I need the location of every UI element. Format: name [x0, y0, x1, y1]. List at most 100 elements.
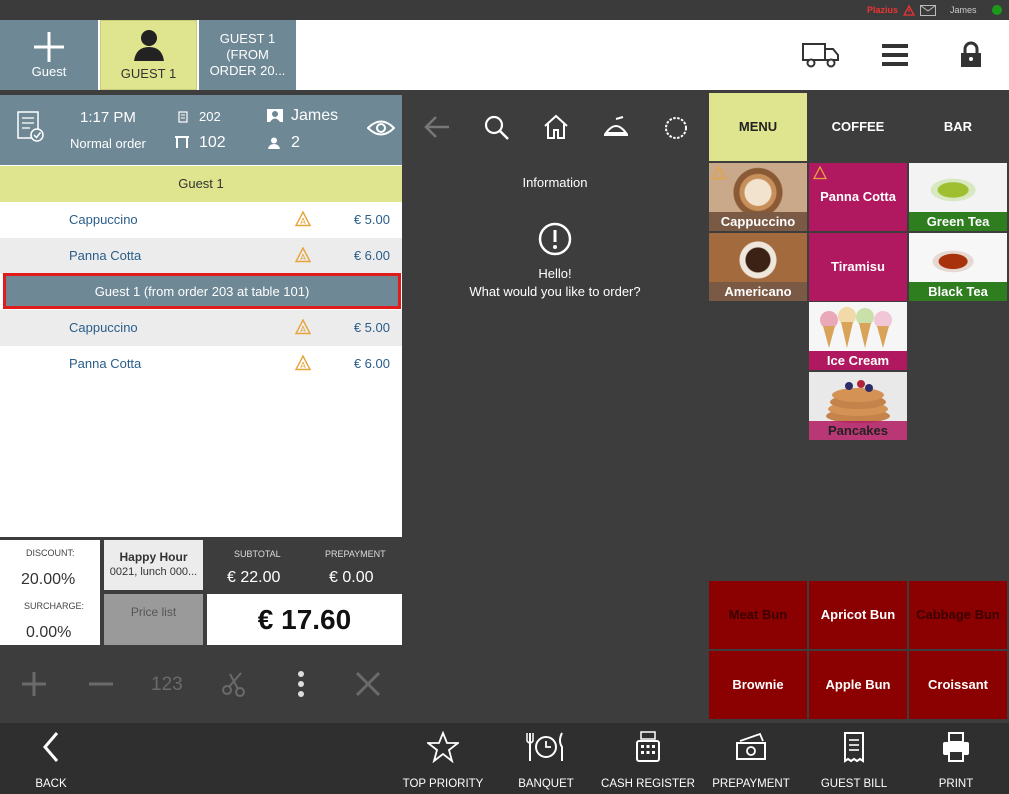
total-box: € 17.60: [207, 594, 402, 645]
menu-tile-black-tea[interactable]: Black Tea: [909, 233, 1007, 301]
table-number: 102: [199, 134, 226, 151]
mail-icon[interactable]: [920, 5, 937, 16]
cash-register-button[interactable]: CASH REGISTER: [598, 731, 698, 790]
guests-count: 2: [291, 134, 300, 151]
tile-label: Panna Cotta: [820, 189, 896, 204]
prepayment-value: € 0.00: [329, 569, 374, 586]
printer-icon: [943, 732, 969, 762]
order-item-price: € 5.00: [353, 320, 390, 335]
back-label: BACK: [35, 778, 67, 790]
dish-icon[interactable]: [603, 115, 629, 139]
quick-tile-apple-bun[interactable]: Apple Bun: [809, 651, 907, 719]
guest-bill-label: GUEST BILL: [820, 778, 888, 790]
home-icon[interactable]: [543, 114, 569, 140]
order-item-row[interactable]: Panna Cotta A € 6.00: [0, 346, 402, 382]
warning-icon: A: [295, 211, 311, 227]
waiter-icon: [267, 109, 283, 122]
delivery-truck-icon[interactable]: [802, 42, 840, 68]
happy-hour-button[interactable]: Happy Hour 0021, lunch 000...: [104, 540, 203, 590]
guest-bill-button[interactable]: GUEST BILL: [804, 731, 904, 790]
eye-icon[interactable]: [367, 119, 395, 137]
menu-tile-tiramisu[interactable]: Tiramisu: [809, 233, 907, 301]
quick-tile-brownie[interactable]: Brownie: [709, 651, 807, 719]
menu-tile-green-tea[interactable]: Green Tea: [909, 163, 1007, 231]
close-icon[interactable]: [355, 671, 381, 697]
bottom-bar: BACK TOP PRIORITY BANQUET CASH REGISTER …: [0, 723, 1009, 794]
ice-cream-image: [809, 302, 907, 351]
quantity-button[interactable]: 123: [151, 674, 183, 696]
menu-icon[interactable]: [882, 43, 908, 67]
menu-tile-ice-cream[interactable]: Ice Cream: [809, 302, 907, 370]
menu-tile-pancakes[interactable]: Pancakes: [809, 372, 907, 440]
order-number: 202: [199, 109, 221, 124]
circle-loading-icon[interactable]: [663, 115, 689, 141]
prepayment-button[interactable]: PREPAYMENT: [701, 731, 801, 790]
quick-tile-meat-bun[interactable]: Meat Bun: [709, 581, 807, 649]
green-tea-image: [909, 163, 1007, 212]
merged-guest-group-header[interactable]: Guest 1 (from order 203 at table 101): [3, 273, 401, 309]
back-arrow-icon[interactable]: [424, 115, 450, 139]
guest1-from-label: GUEST 1 (FROM ORDER 20...: [209, 31, 286, 78]
menu-tile-panna-cotta[interactable]: Panna Cotta: [809, 163, 907, 231]
print-button[interactable]: PRINT: [906, 731, 1006, 790]
order-item-row[interactable]: Cappuccino A € 5.00: [0, 202, 402, 238]
category-menu[interactable]: MENU: [709, 93, 807, 161]
plus-icon[interactable]: [21, 671, 47, 697]
category-coffee[interactable]: COFFEE: [809, 93, 907, 161]
subtotal-value: € 22.00: [227, 569, 281, 586]
order-list-icon[interactable]: [17, 111, 45, 143]
price-list-button[interactable]: Price list: [104, 594, 203, 645]
warning-icon: A: [295, 319, 311, 335]
status-indicator: [992, 5, 1002, 15]
system-bar: Plazius James: [0, 0, 1009, 20]
print-label: PRINT: [938, 778, 974, 790]
warning-icon: A: [295, 355, 311, 371]
plus-icon: [34, 32, 64, 62]
add-guest-tab[interactable]: Guest: [0, 20, 98, 90]
waiter-name: James: [291, 107, 339, 124]
scissors-icon[interactable]: [221, 671, 247, 697]
back-button[interactable]: BACK: [1, 731, 101, 790]
quick-tile-apricot-bun[interactable]: Apricot Bun: [809, 581, 907, 649]
order-type: Normal order: [70, 136, 146, 151]
discount-box[interactable]: DISCOUNT: 20.00% SURCHARGE: 0.00%: [0, 540, 100, 645]
warning-icon: [712, 166, 726, 180]
order-item-row[interactable]: Cappuccino A € 5.00: [0, 310, 402, 346]
chevron-left-icon: [43, 732, 59, 762]
banquet-label: BANQUET: [518, 778, 574, 790]
add-guest-label: Guest: [31, 64, 67, 79]
cash-register-icon: [636, 731, 660, 762]
info-hello: Hello!: [538, 266, 572, 281]
order-item-name: Cappuccino: [69, 320, 138, 335]
black-tea-image: [909, 233, 1007, 282]
top-priority-button[interactable]: TOP PRIORITY: [393, 730, 493, 790]
surcharge-label: SURCHARGE:: [24, 601, 85, 611]
menu-tile-americano[interactable]: Americano: [709, 233, 807, 301]
svg-text:A: A: [300, 253, 306, 262]
quick-tile-croissant[interactable]: Croissant: [909, 651, 1007, 719]
order-item-name: Panna Cotta: [69, 356, 142, 371]
order-item-price: € 5.00: [353, 212, 390, 227]
search-icon[interactable]: [484, 115, 510, 141]
tile-label: Cappuccino: [709, 212, 807, 231]
guest1-from-tab[interactable]: GUEST 1 (FROM ORDER 20...: [199, 20, 296, 90]
menu-tile-cappuccino[interactable]: Cappuccino: [709, 163, 807, 231]
prepayment-label: PREPAYMENT: [325, 549, 386, 559]
order-actions: 123: [0, 645, 402, 723]
guests-icon: [268, 137, 280, 149]
receipt-icon: [178, 111, 188, 123]
quick-tile-cabbage-bun[interactable]: Cabbage Bun: [909, 581, 1007, 649]
guest-group-header[interactable]: Guest 1: [0, 166, 402, 202]
lock-icon[interactable]: [960, 41, 982, 68]
prepayment-label: PREPAYMENT: [712, 778, 790, 790]
minus-icon[interactable]: [88, 671, 114, 697]
more-vertical-icon[interactable]: [296, 670, 306, 698]
category-bar[interactable]: BAR: [909, 93, 1007, 161]
guest1-tab[interactable]: GUEST 1: [100, 20, 197, 90]
order-item-row[interactable]: Panna Cotta A € 6.00: [0, 238, 402, 274]
svg-text:A: A: [300, 325, 306, 334]
warning-icon: [813, 166, 827, 180]
top-bar: Guest GUEST 1 GUEST 1 (FROM ORDER 20...: [0, 20, 1009, 90]
tile-label: Tiramisu: [831, 259, 885, 274]
banquet-button[interactable]: BANQUET: [496, 731, 596, 790]
